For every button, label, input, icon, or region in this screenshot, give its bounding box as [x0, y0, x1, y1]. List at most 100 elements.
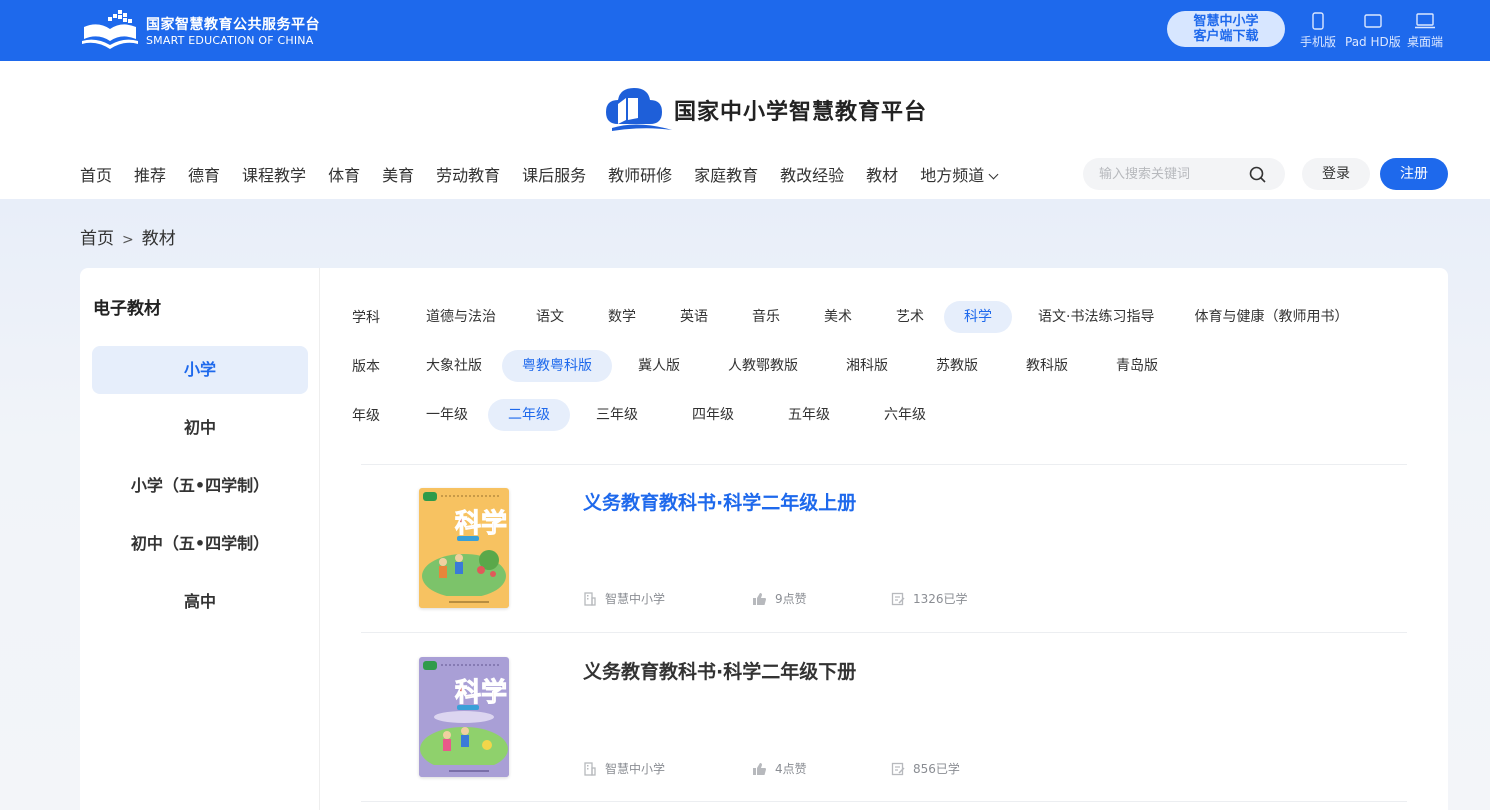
- nav-item-reform[interactable]: 教改经验: [780, 162, 844, 186]
- edition-chip-selected[interactable]: 粤教粤科版: [502, 350, 612, 382]
- nav-item-local-channels[interactable]: 地方频道: [920, 162, 999, 186]
- subject-chip[interactable]: 美术: [810, 301, 866, 333]
- device-phone[interactable]: 手机版: [1300, 12, 1336, 50]
- breadcrumb-home[interactable]: 首页: [80, 229, 114, 249]
- stage-sidebar: 电子教材 小学 初中 小学（五•四学制） 初中（五•四学制） 高中: [80, 268, 320, 810]
- book-cover-image[interactable]: 科学: [419, 488, 509, 608]
- platform-name-en: SMART EDUCATION OF CHINA: [146, 34, 314, 47]
- book-publisher: 智慧中小学: [583, 590, 665, 607]
- search-input[interactable]: [1099, 165, 1249, 183]
- subject-chip[interactable]: 艺术: [882, 301, 938, 333]
- grade-chip[interactable]: 三年级: [582, 399, 652, 431]
- nav-item-after-school[interactable]: 课后服务: [522, 162, 586, 186]
- nav-item-home[interactable]: 首页: [80, 162, 112, 186]
- edition-chip[interactable]: 大象社版: [412, 350, 496, 382]
- grade-chip-selected[interactable]: 二年级: [488, 399, 570, 431]
- edition-label: 版本: [352, 359, 380, 375]
- phone-icon: [1312, 12, 1324, 30]
- login-button[interactable]: 登录: [1302, 158, 1370, 190]
- breadcrumb-current: 教材: [141, 229, 176, 249]
- building-icon: [584, 591, 596, 606]
- study-record-icon: [891, 762, 905, 775]
- edition-chip[interactable]: 青岛版: [1102, 350, 1172, 382]
- nav-item-recommend[interactable]: 推荐: [134, 162, 166, 186]
- breadcrumb: 首页 > 教材: [80, 224, 176, 249]
- platform-logo-icon: [82, 10, 138, 49]
- client-download-button[interactable]: 智慧中小学 客户端下载: [1167, 11, 1285, 47]
- book-item[interactable]: 科学 义务教育教科书·科学二年级下册 智慧中小学 4点赞 856已学: [361, 633, 1407, 801]
- subject-chip[interactable]: 数学: [594, 301, 650, 333]
- desktop-icon: [1415, 13, 1435, 29]
- nav-item-textbooks[interactable]: 教材: [866, 162, 898, 186]
- learned-text: 1326已学: [913, 592, 968, 606]
- thumbs-up-icon: [753, 762, 766, 775]
- nav-item-moral[interactable]: 德育: [188, 162, 220, 186]
- science-cover-art: 科学: [419, 657, 509, 777]
- likes-text: 9点赞: [775, 592, 807, 606]
- download-line-1: 智慧中小学: [1193, 14, 1259, 29]
- book-likes: 9点赞: [752, 590, 807, 607]
- sidebar-item-senior[interactable]: 高中: [92, 578, 308, 626]
- grade-label: 年级: [352, 408, 380, 424]
- nav-local-label: 地方频道: [920, 166, 985, 185]
- book-likes: 4点赞: [752, 760, 807, 777]
- subject-chip[interactable]: 语文·书法练习指导: [1024, 301, 1168, 333]
- grade-chip[interactable]: 四年级: [678, 399, 748, 431]
- download-line-2: 客户端下载: [1193, 29, 1259, 44]
- subject-chip[interactable]: 音乐: [738, 301, 794, 333]
- book-title[interactable]: 义务教育教科书·科学二年级下册: [583, 657, 856, 684]
- grade-filter: 年级 一年级 二年级 三年级 四年级 五年级 六年级: [352, 399, 952, 431]
- grade-chip[interactable]: 五年级: [774, 399, 844, 431]
- likes-text: 4点赞: [775, 762, 807, 776]
- device-tablet[interactable]: Pad HD版: [1345, 12, 1401, 50]
- edition-chip[interactable]: 教科版: [1012, 350, 1082, 382]
- subject-chip[interactable]: 体育与健康（教师用书）: [1180, 301, 1362, 333]
- learned-text: 856已学: [913, 762, 960, 776]
- platform-name-cn: 国家智慧教育公共服务平台: [146, 17, 320, 33]
- sidebar-item-junior[interactable]: 初中: [92, 404, 308, 452]
- edition-chip[interactable]: 湘科版: [832, 350, 902, 382]
- device-phone-label: 手机版: [1300, 35, 1337, 49]
- subject-chip-selected[interactable]: 科学: [944, 301, 1012, 333]
- nav-item-arts[interactable]: 美育: [382, 162, 414, 186]
- nav-item-courses[interactable]: 课程教学: [242, 162, 306, 186]
- nav-item-family[interactable]: 家庭教育: [694, 162, 758, 186]
- sidebar-title: 电子教材: [93, 299, 161, 319]
- main-nav: 首页 推荐 德育 课程教学 体育 美育 劳动教育 课后服务 教师研修 家庭教育 …: [80, 162, 1019, 186]
- study-record-icon: [891, 592, 905, 605]
- top-bar: 国家智慧教育公共服务平台 SMART EDUCATION OF CHINA 智慧…: [0, 0, 1490, 61]
- subject-label: 学科: [352, 310, 380, 326]
- breadcrumb-separator: >: [122, 232, 134, 248]
- book-item[interactable]: 科学 义务教育教科书·科学二年级上册 智慧中小学 9点赞 1326已学: [361, 464, 1407, 632]
- search-box: [1083, 158, 1285, 190]
- subject-chip[interactable]: 英语: [666, 301, 722, 333]
- building-icon: [584, 761, 596, 776]
- subject-chip[interactable]: 语文: [522, 301, 578, 333]
- science-cover-art: 科学: [419, 488, 509, 608]
- brand-logo[interactable]: 国家中小学智慧教育平台: [604, 84, 934, 134]
- nav-item-sports[interactable]: 体育: [328, 162, 360, 186]
- edition-chip[interactable]: 冀人版: [624, 350, 694, 382]
- register-button[interactable]: 注册: [1380, 158, 1448, 190]
- edition-filter: 版本 大象社版 粤教粤科版 冀人版 人教鄂教版 湘科版 苏教版 教科版 青岛版: [352, 350, 1184, 382]
- grade-chip[interactable]: 六年级: [870, 399, 940, 431]
- cloud-book-logo-icon: [606, 88, 672, 131]
- grade-chip[interactable]: 一年级: [412, 399, 482, 431]
- nav-item-teacher-training[interactable]: 教师研修: [608, 162, 672, 186]
- sidebar-item-primary-54[interactable]: 小学（五•四学制）: [92, 462, 308, 510]
- svg-text:科学: 科学: [455, 508, 507, 539]
- sidebar-item-junior-54[interactable]: 初中（五•四学制）: [92, 520, 308, 568]
- edition-chip[interactable]: 苏教版: [922, 350, 992, 382]
- book-learned: 1326已学: [891, 590, 968, 607]
- search-icon[interactable]: [1249, 166, 1267, 184]
- edition-chip[interactable]: 人教鄂教版: [714, 350, 812, 382]
- subject-chip[interactable]: 道德与法治: [412, 301, 510, 333]
- device-desktop[interactable]: 桌面端: [1407, 12, 1443, 50]
- brand-title: 国家中小学智慧教育平台: [674, 99, 928, 125]
- book-title[interactable]: 义务教育教科书·科学二年级上册: [583, 488, 856, 515]
- nav-item-labor[interactable]: 劳动教育: [436, 162, 500, 186]
- book-cover-image[interactable]: 科学: [419, 657, 509, 777]
- sidebar-item-primary[interactable]: 小学: [92, 346, 308, 394]
- svg-text:科学: 科学: [455, 677, 507, 708]
- book-publisher: 智慧中小学: [583, 760, 665, 777]
